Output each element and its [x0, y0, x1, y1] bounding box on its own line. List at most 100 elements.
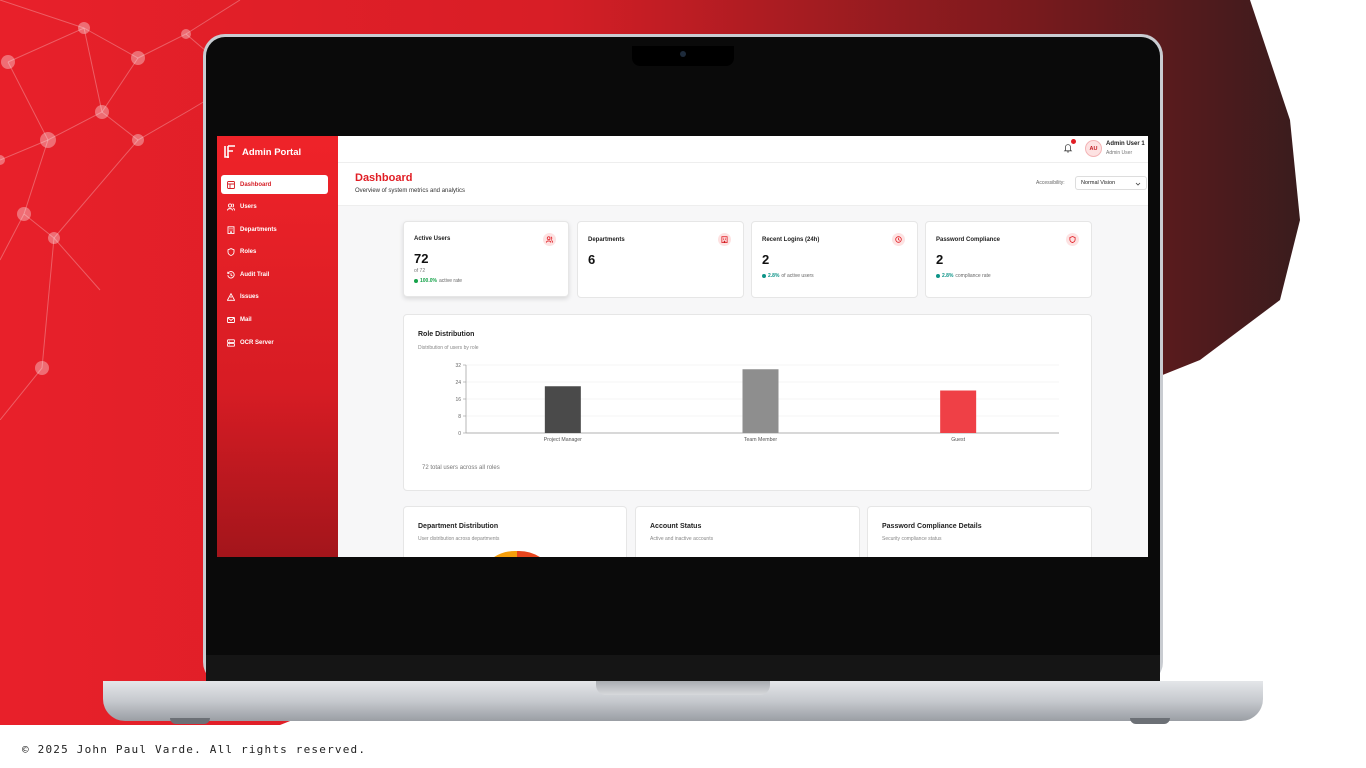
stat-footer: 2.8% of active users — [762, 273, 814, 279]
status-dot — [936, 274, 940, 278]
bar — [742, 369, 779, 433]
card-subtitle: User distribution across departments — [418, 536, 500, 542]
shield-icon — [227, 248, 235, 257]
card-title: Password Compliance Details — [882, 523, 982, 530]
sidebar-item-mail[interactable]: Mail — [221, 311, 328, 330]
page-header: Dashboard Overview of system metrics and… — [338, 163, 1148, 206]
shield-icon — [1069, 236, 1076, 243]
status-dot — [762, 274, 766, 278]
x-tick-label: Project Manager — [544, 437, 582, 443]
stat-card-departments[interactable]: Departments 6 — [577, 221, 744, 298]
app-screen: Admin Portal Dashboard Users Departments… — [217, 136, 1148, 557]
x-tick-label: Team Member — [744, 437, 777, 443]
card-subtitle: Active and inactive accounts — [650, 536, 714, 542]
sidebar-item-users[interactable]: Users — [221, 198, 328, 217]
notification-badge — [1071, 139, 1076, 144]
users-icon — [227, 203, 235, 211]
stat-percent: 2.8% — [942, 273, 954, 279]
stat-title: Password Compliance — [936, 237, 1001, 243]
stat-icon — [892, 233, 905, 246]
account-status-card: Account Status Active and inactive accou… — [635, 506, 860, 557]
avatar[interactable]: AU — [1085, 140, 1102, 157]
sidebar-item-label: Users — [240, 204, 257, 211]
role-distribution-chart: 0 8 16 24 32 Project Manager Team Member Guest — [455, 363, 1059, 443]
stat-card-active-users[interactable]: Active Users 72 of 72 100.0% active rate — [403, 221, 569, 297]
stat-title: Active Users — [414, 236, 451, 242]
pie-slice — [494, 550, 517, 557]
page-subtitle: Overview of system metrics and analytics — [355, 188, 466, 194]
accessibility-value: Normal Vision — [1081, 180, 1116, 186]
status-dot — [414, 279, 418, 283]
accessibility-label: Accessibility: — [1036, 180, 1065, 186]
sidebar-item-label: Audit Trail — [240, 271, 270, 278]
y-tick-label: 32 — [455, 363, 461, 369]
building-icon — [227, 226, 235, 234]
stat-title: Recent Logins (24h) — [762, 237, 820, 243]
accessibility-select[interactable]: Normal Vision — [1075, 176, 1147, 190]
stat-footer: 2.8% compliance rate — [936, 273, 991, 279]
department-pie-chart — [494, 550, 540, 557]
history-icon — [227, 271, 235, 279]
dashboard-icon — [227, 180, 235, 189]
sidebar-item-roles[interactable]: Roles — [221, 243, 328, 262]
y-tick-label: 24 — [455, 380, 461, 386]
x-tick-label: Guest — [951, 437, 965, 443]
bell-icon[interactable] — [1063, 143, 1073, 153]
server-icon — [227, 339, 235, 347]
brand-logo-icon — [224, 145, 235, 158]
y-tick-label: 0 — [458, 431, 461, 437]
mail-icon — [227, 317, 235, 324]
sidebar-item-label: OCR Server — [240, 339, 274, 346]
department-distribution-card: Department Distribution User distributio… — [403, 506, 627, 557]
brand[interactable]: Admin Portal — [224, 145, 301, 159]
stat-footer-text: compliance rate — [955, 273, 991, 279]
stat-card-recent-logins[interactable]: Recent Logins (24h) 2 2.8% of active use… — [751, 221, 918, 298]
sidebar-item-audit-trail[interactable]: Audit Trail — [221, 265, 328, 284]
stat-value: 2 — [936, 252, 944, 267]
laptop-chin — [206, 655, 1160, 682]
stat-value: 72 — [414, 251, 429, 266]
top-bar: AU Admin User 1 Admin User — [338, 136, 1148, 163]
sidebar-item-label: Roles — [240, 249, 257, 256]
pie-slice — [517, 550, 540, 557]
stat-percent: 100.0% — [420, 278, 437, 284]
chevron-down-icon — [1135, 182, 1141, 186]
warning-icon — [227, 293, 235, 302]
sidebar-nav: Dashboard Users Departments Roles Audit … — [221, 175, 328, 356]
laptop-foot — [1130, 718, 1170, 724]
stat-title: Departments — [588, 237, 625, 243]
clock-icon — [895, 236, 902, 243]
stat-value: 2 — [762, 252, 770, 267]
laptop-foot — [170, 718, 210, 724]
copyright-text: © 2025 John Paul Varde. All rights reser… — [22, 743, 367, 756]
stat-footer: 100.0% active rate — [414, 278, 462, 284]
sidebar-item-dashboard[interactable]: Dashboard — [221, 175, 328, 194]
card-title: Account Status — [650, 523, 702, 530]
stat-icon — [718, 233, 731, 246]
users-icon — [546, 236, 553, 243]
laptop-groove — [596, 681, 770, 695]
stat-card-password-compliance[interactable]: Password Compliance 2 2.8% compliance ra… — [925, 221, 1092, 298]
bar — [940, 390, 977, 433]
sidebar-item-issues[interactable]: Issues — [221, 288, 328, 307]
stat-footer-text: active rate — [438, 278, 463, 284]
stat-subtext: of 72 — [414, 268, 426, 274]
page-title: Dashboard — [355, 172, 413, 184]
stat-icon — [543, 233, 556, 246]
card-title: Department Distribution — [418, 523, 499, 530]
bar — [544, 386, 581, 433]
chart-footer: 72 total users across all roles — [422, 465, 500, 471]
camera-icon — [680, 51, 686, 57]
stat-value: 6 — [588, 252, 596, 267]
brand-title: Admin Portal — [242, 146, 302, 158]
sidebar-item-label: Dashboard — [240, 181, 272, 188]
sidebar-item-label: Issues — [240, 294, 259, 301]
user-role: Admin User — [1106, 150, 1133, 156]
sidebar-item-ocr-server[interactable]: OCR Server — [221, 333, 328, 352]
sidebar-item-departments[interactable]: Departments — [221, 220, 328, 239]
y-tick-label: 16 — [455, 397, 461, 403]
card-subtitle: Security compliance status — [882, 536, 942, 542]
stat-icon — [1066, 233, 1079, 246]
sidebar-item-label: Departments — [240, 226, 277, 233]
building-icon — [721, 236, 728, 243]
